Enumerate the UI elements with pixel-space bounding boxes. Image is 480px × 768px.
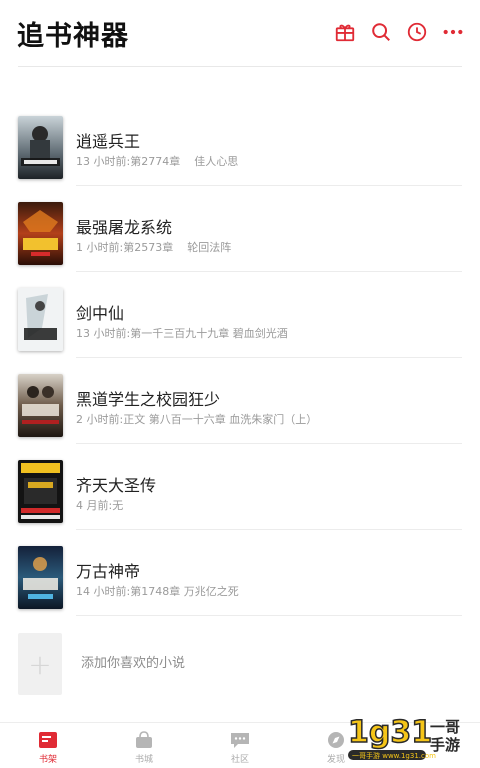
- book-cover: [18, 460, 63, 523]
- book-author: 轮回法阵: [187, 241, 232, 254]
- book-title: 逍遥兵王: [76, 132, 141, 151]
- latest-chapter: 第2774章: [130, 155, 181, 168]
- book-title: 万古神帝: [76, 562, 141, 581]
- nav-item-community[interactable]: 社区: [192, 723, 288, 768]
- nav-label: 发现: [326, 754, 345, 765]
- book-cover: [18, 202, 63, 265]
- app-title: 追书神器: [17, 21, 129, 52]
- nav-item-bookstore[interactable]: 书城: [96, 723, 192, 768]
- gift-icon[interactable]: [334, 21, 356, 43]
- more-icon[interactable]: [442, 21, 464, 43]
- update-time: 4 月前:: [76, 499, 113, 512]
- book-item[interactable]: 最强屠龙系统 1 小时前:第2573章 轮回法阵: [0, 186, 480, 272]
- book-meta: 4 月前:无: [76, 497, 123, 513]
- book-cover: [18, 116, 63, 179]
- book-meta: 13 小时前:第一千三百九十九章 碧血剑光酒: [76, 325, 288, 341]
- latest-chapter: 正文 第八百一十六章 血洗朱家门（上）: [123, 413, 318, 426]
- add-book-row[interactable]: + 添加你喜欢的小说: [0, 616, 480, 706]
- clock-icon[interactable]: [406, 21, 428, 43]
- nav-item-bookshelf[interactable]: 书架: [0, 723, 96, 768]
- add-book-label: 添加你喜欢的小说: [81, 656, 186, 671]
- search-icon[interactable]: [370, 21, 392, 43]
- book-title: 齐天大圣传: [76, 476, 157, 495]
- latest-chapter: 无: [112, 499, 124, 512]
- update-time: 2 小时前:: [76, 413, 124, 426]
- update-time: 1 小时前:: [76, 241, 124, 254]
- update-time: 14 小时前:: [76, 585, 131, 598]
- discover-icon: [328, 731, 344, 748]
- svg-text:一哥: 一哥: [430, 718, 460, 736]
- book-meta: 14 小时前:第1748章 万兆亿之死: [76, 583, 239, 599]
- book-meta: 13 小时前:第2774章 佳人心思: [76, 153, 238, 169]
- book-author: 佳人心思: [194, 155, 239, 168]
- book-cover: [18, 546, 63, 609]
- community-icon: [231, 732, 249, 748]
- nav-label: 书架: [38, 754, 57, 765]
- plus-icon: +: [28, 647, 52, 681]
- bookshelf-list: 逍遥兵王 13 小时前:第2774章 佳人心思 最强屠龙系统 1 小时前:第257…: [0, 100, 480, 616]
- bookshelf-icon: [39, 731, 57, 748]
- svg-text:一哥手游 www.1g31.com: 一哥手游 www.1g31.com: [352, 751, 436, 760]
- book-cover: [18, 374, 63, 437]
- nav-label: 社区: [230, 754, 249, 765]
- book-cover: [18, 288, 63, 351]
- book-item[interactable]: 逍遥兵王 13 小时前:第2774章 佳人心思: [0, 100, 480, 186]
- book-item[interactable]: 万古神帝 14 小时前:第1748章 万兆亿之死: [0, 530, 480, 616]
- update-time: 13 小时前:: [76, 327, 131, 340]
- latest-chapter: 第一千三百九十九章 碧血剑光酒: [130, 327, 288, 340]
- nav-label: 书城: [134, 754, 153, 765]
- latest-chapter: 第1748章 万兆亿之死: [130, 585, 239, 598]
- app-header: 追书神器: [0, 0, 480, 66]
- book-item[interactable]: 齐天大圣传 4 月前:无: [0, 444, 480, 530]
- book-title: 黑道学生之校园狂少: [76, 390, 221, 409]
- book-title: 剑中仙: [76, 304, 125, 323]
- book-item[interactable]: 剑中仙 13 小时前:第一千三百九十九章 碧血剑光酒: [0, 272, 480, 358]
- bookstore-icon: [136, 730, 152, 748]
- header-divider: [18, 66, 462, 67]
- add-book-button[interactable]: +: [18, 633, 62, 695]
- header-actions: [334, 21, 464, 43]
- latest-chapter: 第2573章: [123, 241, 174, 254]
- book-meta: 1 小时前:第2573章 轮回法阵: [76, 239, 231, 255]
- book-item[interactable]: 黑道学生之校园狂少 2 小时前:正文 第八百一十六章 血洗朱家门（上）: [0, 358, 480, 444]
- update-time: 13 小时前:: [76, 155, 131, 168]
- book-title: 最强屠龙系统: [76, 218, 173, 237]
- svg-text:1g31: 1g31: [348, 715, 432, 750]
- book-meta: 2 小时前:正文 第八百一十六章 血洗朱家门（上）: [76, 411, 317, 427]
- watermark-logo: 1g31 一哥 手游 一哥手游 www.1g31.com: [347, 714, 460, 760]
